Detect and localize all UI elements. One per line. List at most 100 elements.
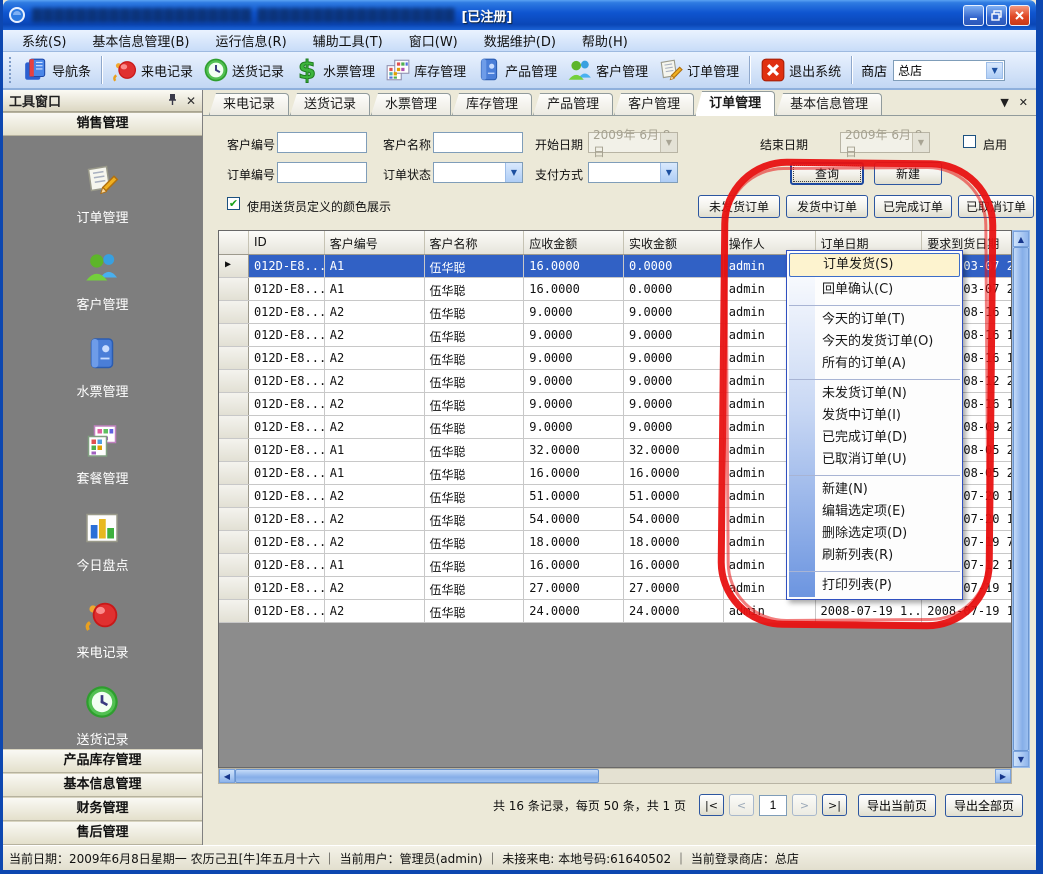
- toolbar-button-exit[interactable]: 退出系统: [755, 54, 846, 86]
- row-selector[interactable]: [219, 370, 249, 392]
- new-button[interactable]: 新建: [874, 162, 942, 185]
- scroll-left-icon[interactable]: ◀: [219, 769, 235, 783]
- close-icon[interactable]: ✕: [1019, 96, 1028, 109]
- context-menu-item[interactable]: 订单发货(S): [789, 253, 960, 277]
- context-menu-item[interactable]: 回单确认(C): [789, 279, 960, 301]
- context-menu-item[interactable]: 新建(N): [789, 475, 960, 501]
- toolbar-button[interactable]: 送货记录: [198, 54, 289, 86]
- menubar-item[interactable]: 基本信息管理(B): [81, 29, 200, 52]
- row-selector[interactable]: [219, 508, 249, 530]
- row-selector[interactable]: [219, 324, 249, 346]
- sidebar-item[interactable]: 订单管理: [76, 162, 128, 226]
- toolbar-button[interactable]: 来电记录: [107, 54, 198, 86]
- shop-select[interactable]: 总店 ▼: [893, 60, 1005, 81]
- toolbar-button[interactable]: 客户管理: [562, 54, 653, 86]
- menubar-item[interactable]: 系统(S): [11, 29, 77, 52]
- page-number-input[interactable]: [759, 795, 787, 816]
- sidebar-section-button[interactable]: 基本信息管理: [3, 773, 202, 797]
- table-row[interactable]: 012D-E8... A2 伍华聪 24.0000 24.0000 admin …: [219, 600, 1011, 623]
- row-selector[interactable]: [219, 439, 249, 461]
- menubar-item[interactable]: 窗口(W): [398, 29, 469, 52]
- start-date-picker[interactable]: 2009年 6月 8日 ▼: [588, 132, 678, 153]
- chevron-down-icon[interactable]: ▼: [986, 62, 1003, 79]
- sidebar-item[interactable]: 今日盘点: [76, 510, 128, 574]
- col-header-received[interactable]: 实收金额: [624, 231, 724, 254]
- scroll-down-icon[interactable]: ▼: [1013, 751, 1029, 767]
- end-date-picker[interactable]: 2009年 6月 8日 ▼: [840, 132, 930, 153]
- pin-icon[interactable]: [167, 91, 178, 110]
- toolbar-grip[interactable]: [9, 57, 14, 83]
- row-selector[interactable]: [219, 347, 249, 369]
- scroll-right-icon[interactable]: ▶: [995, 769, 1011, 783]
- filter-button-completed[interactable]: 已完成订单: [874, 195, 952, 218]
- tab[interactable]: 送货记录: [290, 93, 370, 115]
- sidebar-section-button[interactable]: 财务管理: [3, 797, 202, 821]
- tab[interactable]: 订单管理: [695, 91, 775, 116]
- context-menu-item[interactable]: 删除选定项(D): [789, 523, 960, 545]
- row-selector[interactable]: [219, 255, 249, 277]
- toolbar-button[interactable]: $ 水票管理: [289, 54, 380, 86]
- context-menu-item[interactable]: 发货中订单(I): [789, 405, 960, 427]
- vertical-scrollbar-thumb[interactable]: [1013, 247, 1029, 751]
- context-menu-item[interactable]: 已取消订单(U): [789, 449, 960, 471]
- sidebar-item[interactable]: 送货记录: [76, 684, 128, 748]
- horizontal-scrollbar[interactable]: ◀ ▶: [218, 768, 1012, 784]
- row-selector[interactable]: [219, 577, 249, 599]
- scroll-up-icon[interactable]: ▲: [1013, 231, 1029, 247]
- row-selector[interactable]: [219, 416, 249, 438]
- context-menu-item[interactable]: 今天的订单(T): [789, 305, 960, 331]
- toolbar-button[interactable]: 产品管理: [471, 54, 562, 86]
- row-selector[interactable]: [219, 278, 249, 300]
- sidebar-section-button[interactable]: 售后管理: [3, 821, 202, 845]
- close-icon[interactable]: ✕: [186, 95, 196, 107]
- order-status-select[interactable]: ▼: [433, 162, 523, 183]
- context-menu-item[interactable]: 今天的发货订单(O): [789, 331, 960, 353]
- pay-method-select[interactable]: ▼: [588, 162, 678, 183]
- menubar-item[interactable]: 数据维护(D): [473, 29, 567, 52]
- context-menu-item[interactable]: 打印列表(P): [789, 571, 960, 597]
- sidebar-item[interactable]: 客户管理: [76, 249, 128, 313]
- col-header-customer-name[interactable]: 客户名称: [425, 231, 525, 254]
- tab[interactable]: 来电记录: [209, 93, 289, 115]
- row-selector[interactable]: [219, 531, 249, 553]
- order-no-input[interactable]: [277, 162, 367, 183]
- vertical-scrollbar[interactable]: ▲ ▼: [1012, 230, 1030, 768]
- horizontal-scrollbar-thumb[interactable]: [235, 769, 599, 783]
- tab[interactable]: 库存管理: [452, 93, 532, 115]
- next-page-button[interactable]: >: [792, 794, 817, 816]
- chevron-down-icon[interactable]: ▼: [660, 163, 677, 182]
- chevron-down-icon[interactable]: ▼: [912, 133, 929, 152]
- context-menu-item[interactable]: 已完成订单(D): [789, 427, 960, 449]
- filter-button-cancelled[interactable]: 已取消订单: [958, 195, 1034, 218]
- row-selector[interactable]: [219, 600, 249, 622]
- tab[interactable]: 基本信息管理: [776, 93, 882, 115]
- col-header-receivable[interactable]: 应收金额: [524, 231, 624, 254]
- filter-button-unshipped[interactable]: 未发货订单: [698, 195, 780, 218]
- chevron-down-icon[interactable]: ▼: [1000, 96, 1008, 109]
- menubar-item[interactable]: 帮助(H): [571, 29, 639, 52]
- last-page-button[interactable]: >|: [822, 794, 847, 816]
- context-menu-item[interactable]: 刷新列表(R): [789, 545, 960, 567]
- row-selector[interactable]: [219, 485, 249, 507]
- menubar-item[interactable]: 运行信息(R): [204, 29, 297, 52]
- col-header-customer-no[interactable]: 客户编号: [325, 231, 425, 254]
- restore-button[interactable]: [986, 5, 1007, 26]
- row-selector[interactable]: [219, 554, 249, 576]
- col-header-selector[interactable]: [219, 231, 249, 254]
- sidebar-item[interactable]: 来电记录: [76, 597, 128, 661]
- export-all-pages-button[interactable]: 导出全部页: [945, 794, 1023, 817]
- tab[interactable]: 产品管理: [533, 93, 613, 115]
- tab[interactable]: 水票管理: [371, 93, 451, 115]
- menubar-item[interactable]: 辅助工具(T): [302, 29, 394, 52]
- toolbar-button[interactable]: 库存管理: [380, 54, 471, 86]
- sidebar-item[interactable]: 水票管理: [76, 336, 128, 400]
- prev-page-button[interactable]: <: [729, 794, 754, 816]
- sidebar-item[interactable]: 套餐管理: [76, 423, 128, 487]
- sidebar-section-sales[interactable]: 销售管理: [3, 112, 202, 136]
- export-current-page-button[interactable]: 导出当前页: [858, 794, 936, 817]
- toolbar-button-navigator[interactable]: 导航条: [18, 54, 96, 86]
- close-button[interactable]: [1009, 5, 1030, 26]
- context-menu-item[interactable]: 所有的订单(A): [789, 353, 960, 375]
- row-selector[interactable]: [219, 462, 249, 484]
- customer-no-input[interactable]: [277, 132, 367, 153]
